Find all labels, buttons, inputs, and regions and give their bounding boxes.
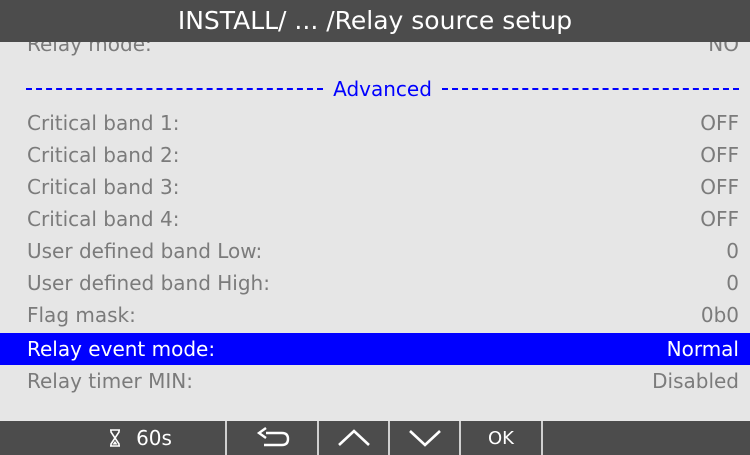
list-item-relay-timer-min[interactable]: Relay timer MIN: Disabled <box>0 365 750 397</box>
up-button[interactable] <box>319 421 388 455</box>
list-item-user-band-low[interactable]: User defined band Low: 0 <box>0 235 750 267</box>
list-item-label: Critical band 4: <box>27 207 180 231</box>
list-item-label: Critical band 2: <box>27 143 180 167</box>
bottom-bar: 60s OK <box>0 421 750 455</box>
list-item-label: Flag mask: <box>27 303 136 327</box>
timeout-label: 60s <box>136 426 172 450</box>
list-item-critical-band-4[interactable]: Critical band 4: OFF <box>0 203 750 235</box>
list-item-value: OFF <box>700 207 739 231</box>
list-item-value: 0b0 <box>700 303 739 327</box>
list-item-relay-mode[interactable]: Relay mode: NO <box>0 42 750 60</box>
list-item-label: Critical band 3: <box>27 175 180 199</box>
advanced-separator: Advanced <box>26 74 740 104</box>
list-item-value: OFF <box>700 111 739 135</box>
device-screen: INSTALL/ ... /Relay source setup Relay m… <box>0 0 750 455</box>
separator-dashes-right <box>441 88 740 90</box>
list-item-user-band-high[interactable]: User defined band High: 0 <box>0 267 750 299</box>
back-button[interactable] <box>227 421 317 455</box>
list-item-critical-band-1[interactable]: Critical band 1: OFF <box>0 107 750 139</box>
list-item-flag-mask[interactable]: Flag mask: 0b0 <box>0 299 750 331</box>
list-item-relay-event-mode[interactable]: Relay event mode: Normal <box>0 333 750 365</box>
settings-list[interactable]: Relay mode: NO Advanced Critical band 1:… <box>0 42 750 421</box>
down-button[interactable] <box>390 421 459 455</box>
timeout-indicator: 60s <box>60 421 220 455</box>
list-item-critical-band-3[interactable]: Critical band 3: OFF <box>0 171 750 203</box>
list-item-value: Disabled <box>652 369 739 393</box>
list-item-value: OFF <box>700 175 739 199</box>
chevron-down-icon <box>408 430 441 447</box>
list-item-label: User defined band Low: <box>27 239 263 263</box>
list-item-label: User defined band High: <box>27 271 270 295</box>
list-item-value: OFF <box>700 143 739 167</box>
separator-label: Advanced <box>333 77 432 101</box>
list-item-label: Relay timer MIN: <box>27 369 193 393</box>
list-item-value: 0 <box>726 239 739 263</box>
title-bar: INSTALL/ ... /Relay source setup <box>0 0 750 42</box>
list-item-label: Relay event mode: <box>27 337 216 361</box>
separator-dashes-left <box>26 88 324 90</box>
list-item-value: 0 <box>726 271 739 295</box>
ok-label: OK <box>488 427 514 449</box>
list-item-critical-band-2[interactable]: Critical band 2: OFF <box>0 139 750 171</box>
chevron-up-icon <box>337 429 370 446</box>
list-item-label: Critical band 1: <box>27 111 180 135</box>
ok-button[interactable]: OK <box>461 421 541 455</box>
list-item-value: Normal <box>666 337 739 361</box>
list-item-label: Relay mode: <box>27 42 152 56</box>
bar-divider <box>541 421 543 455</box>
back-arrow-icon <box>256 427 290 447</box>
list-item-value: NO <box>708 42 739 56</box>
hourglass-icon <box>110 429 121 447</box>
page-title: INSTALL/ ... /Relay source setup <box>177 6 573 35</box>
